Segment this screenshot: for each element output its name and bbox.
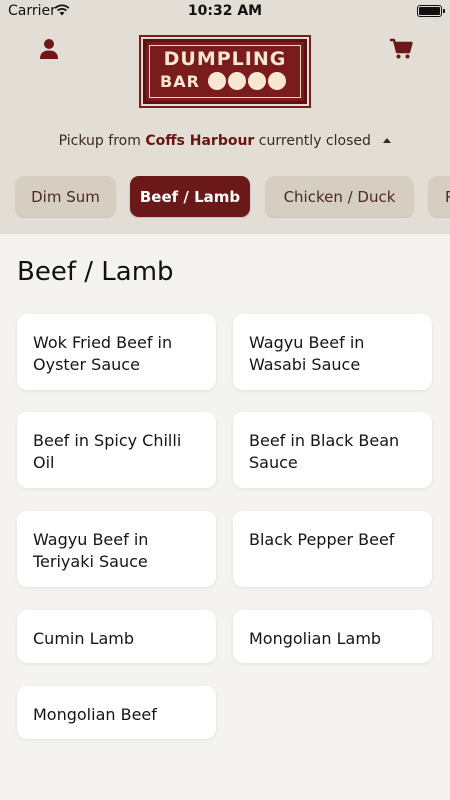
seal-glyph [228, 72, 246, 90]
menu-item-card[interactable]: Mongolian Lamb [233, 610, 432, 663]
logo-seals [208, 72, 288, 94]
pickup-status[interactable]: Pickup from Coffs Harbour currently clos… [0, 133, 450, 149]
logo-subtitle: BAR [160, 72, 200, 91]
seal-glyph [248, 72, 266, 90]
menu-item-card[interactable]: Black Pepper Beef [233, 511, 432, 587]
section-title: Beef / Lamb [17, 257, 174, 287]
tab-chicken-duck[interactable]: Chicken / Duck [266, 176, 413, 217]
caret-up-icon[interactable] [383, 138, 392, 143]
app-header: Carrier 10:32 AM DUMPLING BAR Pickup fro… [0, 0, 450, 234]
pickup-prefix: Pickup from [58, 133, 141, 149]
person-icon[interactable] [38, 38, 60, 60]
tab-partial[interactable]: P [429, 176, 450, 217]
status-bar: Carrier 10:32 AM [0, 0, 450, 24]
battery-icon [417, 5, 445, 17]
clock: 10:32 AM [187, 3, 263, 19]
tab-dim-sum[interactable]: Dim Sum [16, 176, 115, 217]
cart-icon[interactable] [389, 38, 413, 60]
menu-item-card[interactable]: Beef in Spicy Chilli Oil [17, 412, 216, 488]
menu-item-card[interactable]: Wagyu Beef in Wasabi Sauce [233, 314, 432, 390]
pickup-location: Coffs Harbour [145, 133, 255, 149]
dumpling-bar-logo: DUMPLING BAR [139, 35, 311, 108]
category-tabs: Dim Sum Beef / Lamb Chicken / Duck P [0, 176, 450, 218]
logo-title: DUMPLING [163, 48, 287, 70]
menu-item-card[interactable]: Beef in Black Bean Sauce [233, 412, 432, 488]
menu-item-card[interactable]: Wok Fried Beef in Oyster Sauce [17, 314, 216, 390]
seal-glyph [268, 72, 286, 90]
menu-item-card[interactable]: Cumin Lamb [17, 610, 216, 663]
pickup-suffix: currently closed [258, 133, 371, 149]
menu-item-card[interactable]: Mongolian Beef [17, 686, 216, 739]
tab-beef-lamb[interactable]: Beef / Lamb [130, 176, 250, 217]
menu-item-card[interactable]: Wagyu Beef in Teriyaki Sauce [17, 511, 216, 587]
seal-glyph [208, 72, 226, 90]
